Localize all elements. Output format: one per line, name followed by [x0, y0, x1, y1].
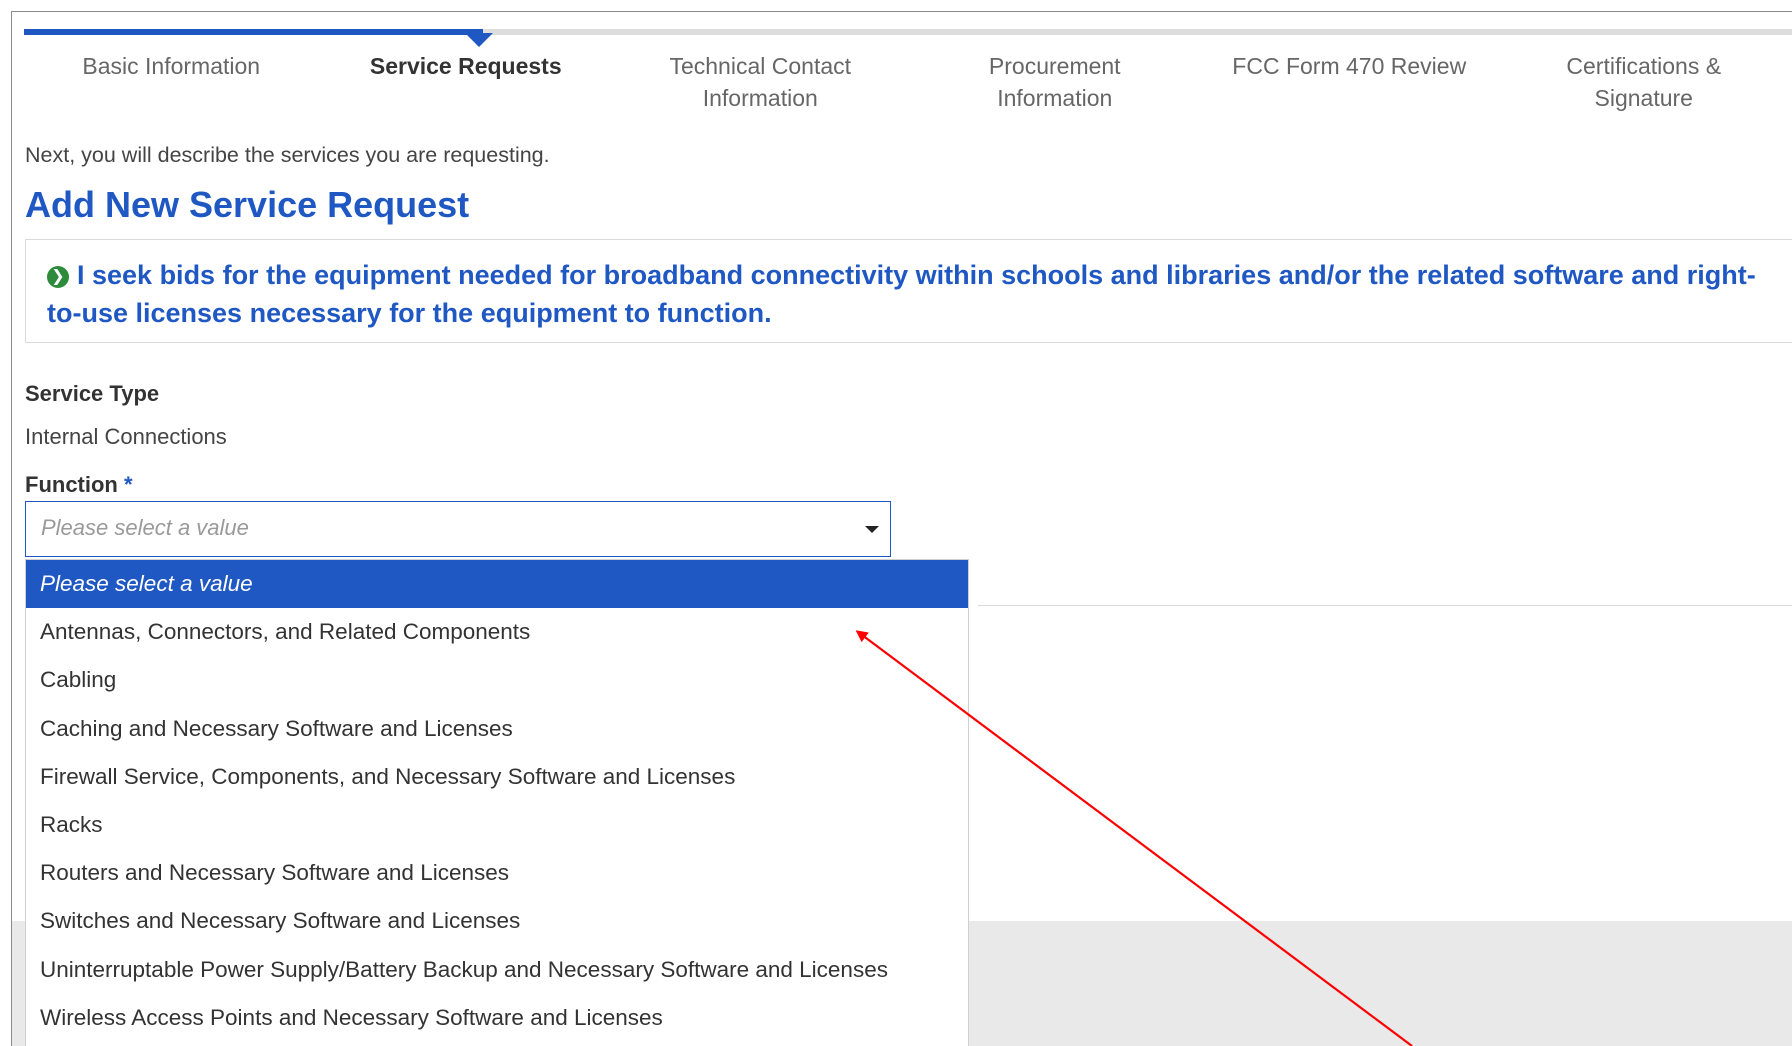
service-category-callout: ❯ I seek bids for the equipment needed fo… — [25, 239, 1792, 343]
step-label: Information — [997, 85, 1113, 111]
step-label: Certifications & — [1566, 53, 1722, 79]
step-certifications[interactable]: Certifications & Signature — [1497, 50, 1792, 114]
service-type-value: Internal Connections — [25, 424, 227, 449]
progress-fill — [24, 29, 483, 35]
callout-text: I seek bids for the equipment needed for… — [47, 260, 1756, 328]
dropdown-option[interactable]: Cabling — [26, 656, 968, 704]
step-service-requests[interactable]: Service Requests — [319, 50, 614, 114]
dropdown-option[interactable]: Antennas, Connectors, and Related Compon… — [26, 608, 968, 656]
step-label: Procurement — [988, 53, 1121, 79]
dropdown-option[interactable]: Caching and Necessary Software and Licen… — [26, 705, 968, 753]
check-circle-icon: ❯ — [47, 266, 69, 288]
step-technical-contact[interactable]: Technical Contact Information — [613, 50, 908, 114]
step-basic-information[interactable]: Basic Information — [24, 50, 319, 114]
divider — [978, 605, 1792, 606]
step-form-review[interactable]: FCC Form 470 Review — [1202, 50, 1497, 114]
function-label-text: Function — [25, 472, 118, 497]
step-label: Signature — [1594, 85, 1693, 111]
progress-current-marker — [465, 33, 493, 47]
dropdown-option[interactable]: Racks — [26, 801, 968, 849]
function-select-placeholder: Please select a value — [41, 515, 249, 540]
dropdown-option[interactable]: Please select a value — [26, 560, 968, 609]
step-label: Service Requests — [369, 53, 562, 79]
step-label: Information — [702, 85, 818, 111]
dropdown-option[interactable]: Routers and Necessary Software and Licen… — [26, 849, 968, 897]
page-frame: Basic Information Service Requests Techn… — [11, 11, 1792, 1046]
function-select[interactable]: Please select a value — [25, 501, 891, 557]
step-procurement[interactable]: Procurement Information — [908, 50, 1203, 114]
dropdown-option[interactable]: Switches and Necessary Software and Lice… — [26, 897, 968, 945]
function-label: Function * — [25, 472, 133, 498]
dropdown-option[interactable]: Wireless Access Points and Necessary Sof… — [26, 994, 968, 1042]
caret-down-icon — [865, 526, 879, 533]
step-label: Basic Information — [82, 53, 261, 79]
dropdown-option[interactable]: Firewall Service, Components, and Necess… — [26, 753, 968, 801]
page-title: Add New Service Request — [25, 184, 470, 225]
step-label: Technical Contact — [669, 53, 852, 79]
service-type-label: Service Type — [25, 381, 160, 406]
progress-steps: Basic Information Service Requests Techn… — [24, 50, 1792, 114]
intro-text: Next, you will describe the services you… — [25, 143, 550, 167]
required-marker: * — [124, 472, 133, 497]
step-label: FCC Form 470 Review — [1232, 53, 1467, 79]
function-dropdown-list: Please select a value Antennas, Connecto… — [25, 559, 969, 1046]
dropdown-option[interactable]: Uninterruptable Power Supply/Battery Bac… — [26, 946, 968, 994]
